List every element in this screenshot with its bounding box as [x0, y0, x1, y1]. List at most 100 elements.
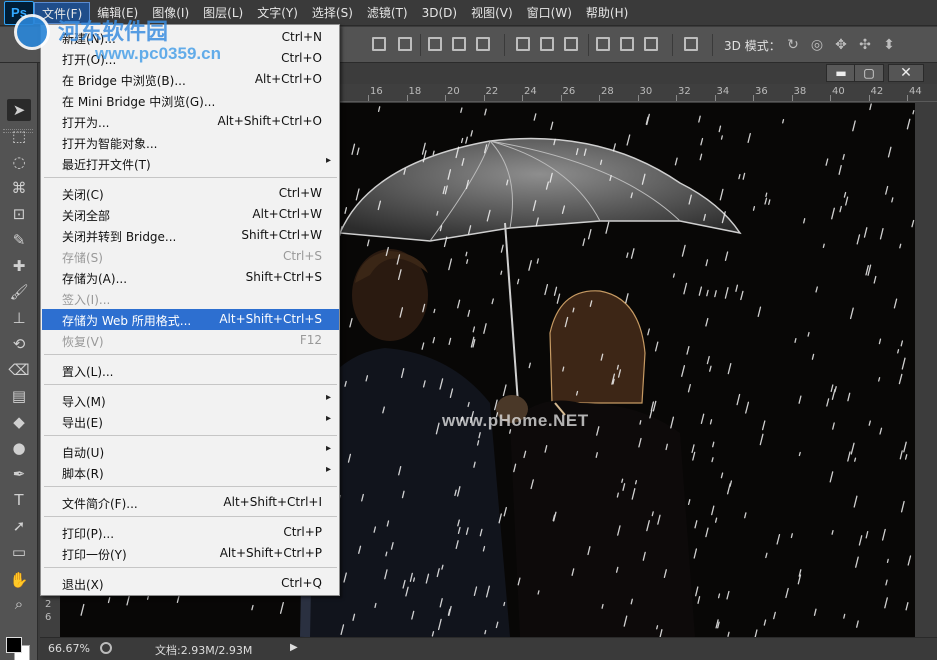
- hand-tool-icon[interactable]: ✋: [7, 569, 31, 591]
- 3d-scale-icon[interactable]: ⬍: [880, 36, 898, 54]
- rain-drop: [720, 135, 723, 140]
- rain-drop: [826, 398, 830, 407]
- zoom-tool-icon[interactable]: ⌕: [7, 593, 31, 615]
- restore-button[interactable]: ▢: [854, 64, 884, 82]
- file-menu-item[interactable]: 置入(L)...: [42, 360, 339, 381]
- file-menu-item[interactable]: 在 Mini Bridge 中浏览(G)...: [42, 90, 339, 111]
- rain-drop: [901, 357, 906, 370]
- shape-tool-icon[interactable]: ▭: [7, 541, 31, 563]
- dodge-tool-icon[interactable]: ●: [7, 437, 31, 459]
- menu-window[interactable]: 窗口(W): [520, 2, 579, 24]
- eraser-tool-icon[interactable]: ⌫: [7, 359, 31, 381]
- menu-view[interactable]: 视图(V): [464, 2, 520, 24]
- file-menu-item[interactable]: 存储为 Web 所用格式... Alt+Shift+Ctrl+S: [42, 309, 339, 330]
- minimize-button[interactable]: ▬: [826, 64, 856, 82]
- rain-drop: [742, 172, 746, 180]
- tools-panel: ➤ ⬚ ◌ ⌘ ⊡ ✎ ✚ 🖌 ⊥ ⟲ ⌫ ▤ ◆ ● ✒ T ➚ ▭ ✋ ⌕: [0, 63, 38, 660]
- quick-selection-tool-icon[interactable]: ⌘: [7, 177, 31, 199]
- status-menu-arrow[interactable]: ▶: [290, 642, 298, 653]
- menu-3d[interactable]: 3D(D): [415, 2, 464, 24]
- rain-drop: [697, 596, 701, 604]
- 3d-pan-icon[interactable]: ✥: [832, 36, 850, 54]
- file-menu-item[interactable]: 打开为... Alt+Shift+Ctrl+O: [42, 111, 339, 132]
- menu-type[interactable]: 文字(Y): [250, 2, 305, 24]
- distribute-bottom-icon[interactable]: [564, 37, 578, 51]
- align-top-icon[interactable]: [372, 37, 386, 51]
- 3d-roll-icon[interactable]: ◎: [808, 36, 826, 54]
- align-left-icon[interactable]: [428, 37, 442, 51]
- file-menu-item[interactable]: 文件简介(F)... Alt+Shift+Ctrl+I: [42, 492, 339, 513]
- menu-filter[interactable]: 滤镜(T): [360, 2, 415, 24]
- menu-layer[interactable]: 图层(L): [196, 2, 250, 24]
- close-button[interactable]: ✕: [888, 64, 924, 82]
- rain-drop: [349, 317, 353, 328]
- rain-drop: [612, 143, 616, 152]
- file-menu-item[interactable]: 自动(U) ▸: [42, 441, 339, 462]
- file-menu-item[interactable]: 脚本(R) ▸: [42, 462, 339, 483]
- move-tool-icon[interactable]: ➤: [7, 99, 31, 121]
- distribute-hcenter-icon[interactable]: [620, 37, 634, 51]
- file-menu-item[interactable]: 打印一份(Y) Alt+Shift+Ctrl+P: [42, 543, 339, 564]
- type-tool-icon[interactable]: T: [7, 489, 31, 511]
- foreground-color-swatch[interactable]: [6, 637, 22, 653]
- file-menu-item[interactable]: 导出(E) ▸: [42, 411, 339, 432]
- rain-drop: [886, 558, 889, 564]
- auto-align-icon[interactable]: [684, 37, 698, 51]
- crop-tool-icon[interactable]: ⊡: [7, 203, 31, 225]
- rain-drop: [448, 337, 452, 346]
- healing-brush-tool-icon[interactable]: ✚: [7, 255, 31, 277]
- distribute-left-icon[interactable]: [596, 37, 610, 51]
- file-menu-item[interactable]: 关闭(C) Ctrl+W: [42, 183, 339, 204]
- distribute-vcenter-icon[interactable]: [540, 37, 554, 51]
- align-vcenter-icon[interactable]: [398, 37, 412, 51]
- align-hcenter-icon[interactable]: [452, 37, 466, 51]
- blur-tool-icon[interactable]: ◆: [7, 411, 31, 433]
- rain-drop: [700, 413, 705, 425]
- brush-tool-icon[interactable]: 🖌: [7, 281, 31, 303]
- zoom-level[interactable]: 66.67%: [48, 642, 90, 655]
- file-menu-item[interactable]: 退出(X) Ctrl+Q: [42, 573, 339, 594]
- rain-drop: [528, 260, 532, 271]
- file-menu-item[interactable]: 关闭全部 Alt+Ctrl+W: [42, 204, 339, 225]
- file-menu-item[interactable]: 在 Bridge 中浏览(B)... Alt+Ctrl+O: [42, 69, 339, 90]
- rain-drop: [720, 472, 724, 479]
- file-menu-item[interactable]: 最近打开文件(T) ▸: [42, 153, 339, 174]
- menu-select[interactable]: 选择(S): [305, 2, 360, 24]
- rain-drop: [831, 207, 835, 220]
- rain-drop: [344, 207, 348, 214]
- file-menu-item[interactable]: 存储为(A)... Shift+Ctrl+S: [42, 267, 339, 288]
- path-selection-tool-icon[interactable]: ➚: [7, 515, 31, 537]
- 3d-slide-icon[interactable]: ✣: [856, 36, 874, 54]
- file-menu-item[interactable]: 关闭并转到 Bridge... Shift+Ctrl+W: [42, 225, 339, 246]
- rain-drop: [698, 115, 701, 123]
- rain-drop: [854, 457, 857, 462]
- history-brush-tool-icon[interactable]: ⟲: [7, 333, 31, 355]
- gradient-tool-icon[interactable]: ▤: [7, 385, 31, 407]
- rain-drop: [807, 331, 810, 337]
- clone-stamp-tool-icon[interactable]: ⊥: [7, 307, 31, 329]
- menu-help[interactable]: 帮助(H): [579, 2, 635, 24]
- file-menu-item[interactable]: 打印(P)... Ctrl+P: [42, 522, 339, 543]
- status-bar: 66.67% 文档:2.93M/2.93M ▶: [40, 637, 937, 660]
- rain-drop: [747, 132, 751, 144]
- proof-setup-icon[interactable]: [100, 642, 112, 654]
- pen-tool-icon[interactable]: ✒: [7, 463, 31, 485]
- rain-drop: [448, 258, 453, 271]
- lasso-tool-icon[interactable]: ◌: [7, 151, 31, 173]
- rain-drop: [483, 323, 487, 334]
- rain-drop: [705, 527, 709, 538]
- eyedropper-tool-icon[interactable]: ✎: [7, 229, 31, 251]
- file-menu-item[interactable]: 导入(M) ▸: [42, 390, 339, 411]
- distribute-right-icon[interactable]: [644, 37, 658, 51]
- align-right-icon[interactable]: [476, 37, 490, 51]
- rain-drop: [881, 528, 886, 541]
- marquee-tool-icon[interactable]: ⬚: [7, 125, 31, 147]
- 3d-orbit-icon[interactable]: ↻: [784, 36, 802, 54]
- distribute-top-icon[interactable]: [516, 37, 530, 51]
- file-menu-item[interactable]: 打开为智能对象...: [42, 132, 339, 153]
- photo-watermark: www.pHome.NET: [442, 411, 589, 430]
- ruler-h-label: 28: [601, 86, 614, 97]
- rain-drop: [457, 299, 461, 309]
- options-separator: [420, 34, 421, 56]
- menu-item-shortcut: Alt+Shift+Ctrl+S: [219, 312, 322, 326]
